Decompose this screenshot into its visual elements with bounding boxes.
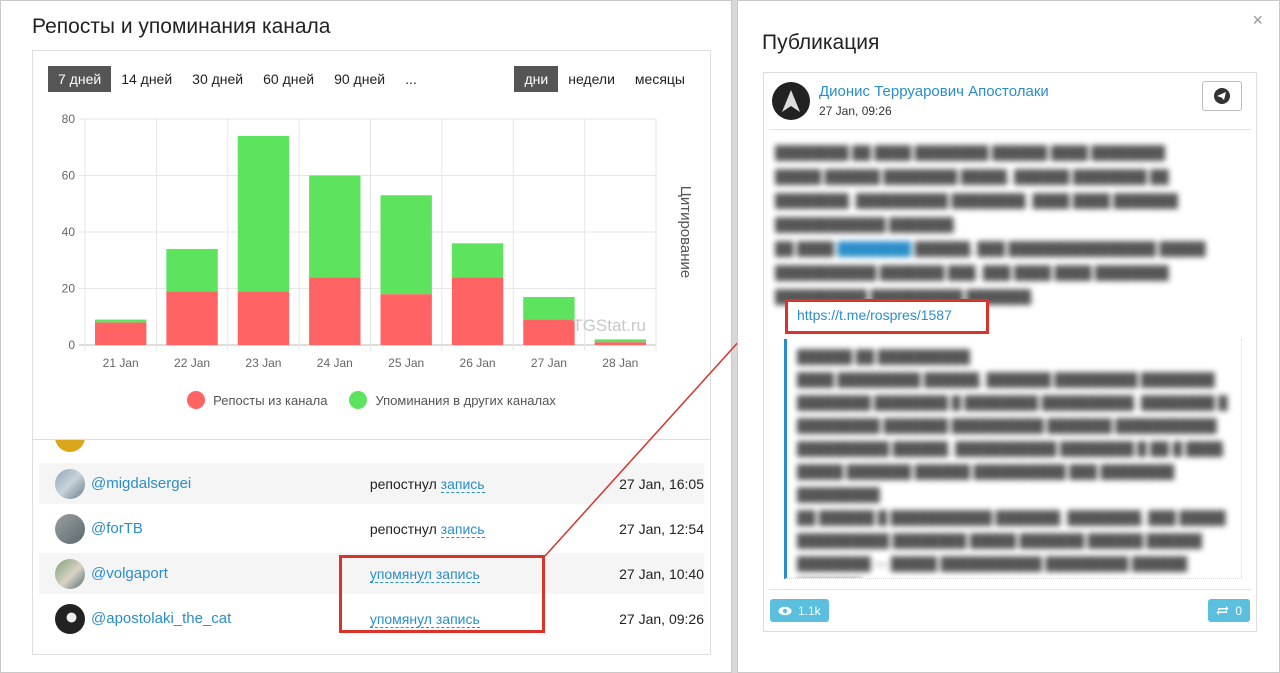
blurred-quote-text: ██████ ██ ██████████ ████ █████████ ████…: [797, 349, 1228, 571]
telegram-button[interactable]: [1202, 81, 1242, 111]
blurred-post-text: ████████ ██ ████ ████████ ██████ ████ ██…: [775, 145, 1206, 304]
telegram-icon: [1214, 88, 1230, 104]
reposts-badge: 0: [1208, 599, 1250, 622]
views-badge: 1.1k: [770, 599, 829, 622]
repost-icon: [1216, 606, 1229, 615]
publication-panel: × Публикация Дионис Терруарович Апостола…: [737, 0, 1280, 673]
author-avatar: [772, 82, 810, 120]
reposts-count: 0: [1235, 603, 1242, 618]
divider: [769, 129, 1251, 130]
connector-line: [544, 317, 761, 557]
highlighted-link-box: https://t.me/rospres/1587: [785, 299, 989, 334]
divider: [769, 589, 1251, 590]
publication-date: 27 Jan, 09:26: [819, 104, 892, 118]
author-name[interactable]: Дионис Терруарович Апостолаки: [819, 83, 1049, 100]
views-count: 1.1k: [798, 603, 821, 618]
cat-avatar-icon: [782, 90, 800, 112]
publication-link[interactable]: https://t.me/rospres/1587: [797, 307, 952, 323]
close-icon[interactable]: ×: [1252, 10, 1263, 31]
publication-card: Дионис Терруарович Апостолаки 27 Jan, 09…: [763, 72, 1257, 632]
eye-icon: [778, 606, 792, 615]
quoted-post: ██████ ██ ██████████ ████ █████████ ████…: [784, 339, 1242, 579]
publication-title: Публикация: [762, 31, 880, 54]
